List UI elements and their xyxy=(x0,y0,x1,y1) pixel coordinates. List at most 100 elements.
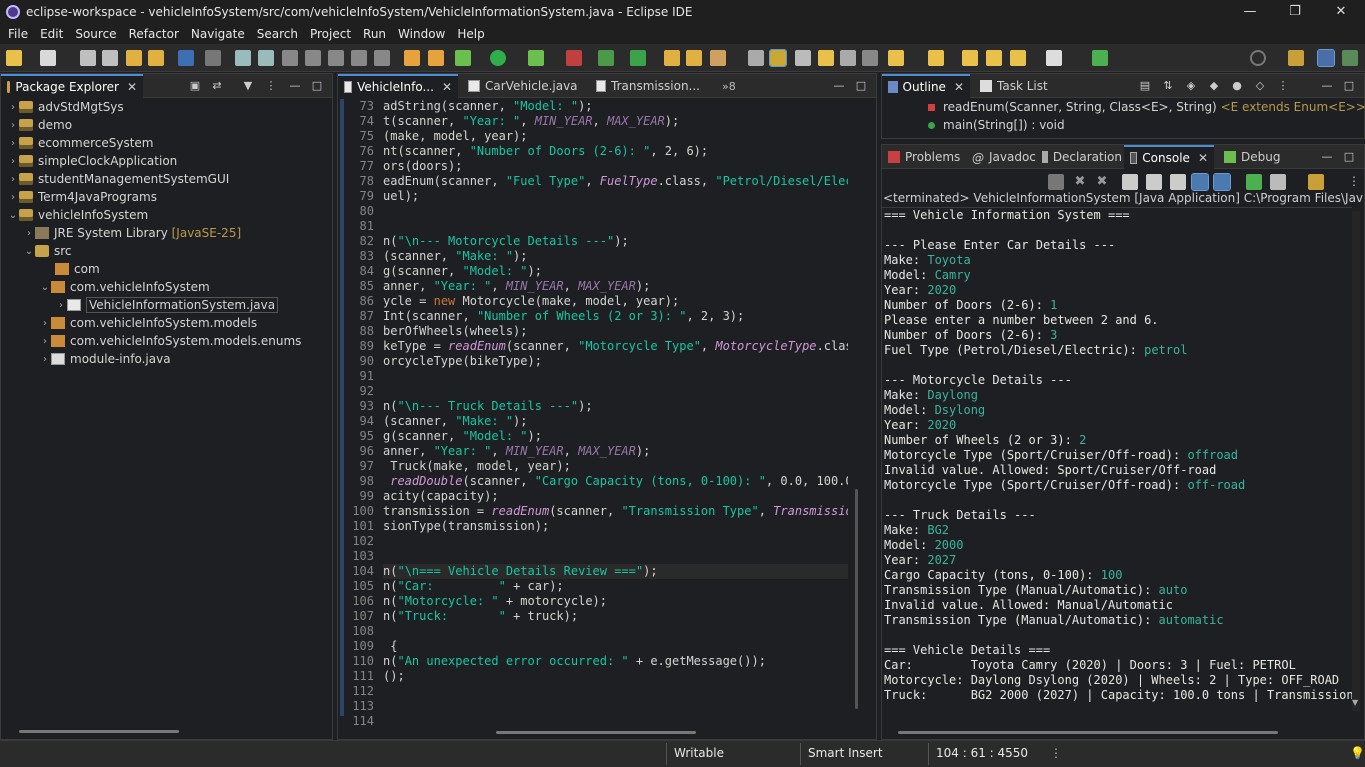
code-line[interactable]: n("An unexpected error occurred: " + e.g… xyxy=(383,654,848,669)
tree-item-project[interactable]: › simpleClockApplication xyxy=(7,152,337,170)
new-icon[interactable] xyxy=(6,50,22,66)
block-selection-icon[interactable] xyxy=(795,50,811,66)
open-perspective-icon[interactable] xyxy=(1288,50,1304,66)
open-type-icon[interactable] xyxy=(40,50,56,66)
hide-fields-icon[interactable]: ◈ xyxy=(1184,79,1198,93)
open-resource-icon[interactable] xyxy=(686,50,702,66)
disconnect-icon[interactable] xyxy=(305,50,321,66)
chevron-right-icon[interactable]: › xyxy=(7,102,19,113)
code-line[interactable] xyxy=(383,684,848,699)
code-line[interactable] xyxy=(383,714,848,729)
menu-file[interactable]: File xyxy=(2,27,34,41)
view-menu-icon[interactable]: ⋮ xyxy=(1346,174,1362,190)
remove-launch-icon[interactable]: ✖ xyxy=(1072,174,1088,190)
external-tools-icon[interactable] xyxy=(566,50,582,66)
menu-window[interactable]: Window xyxy=(392,27,451,41)
code-line[interactable]: nt(scanner, "Number of Doors (2-6): ", 2… xyxy=(383,144,848,159)
code-line[interactable] xyxy=(383,219,848,234)
code-line[interactable]: n("\n=== Vehicle Details Review ==="); xyxy=(383,564,848,579)
tree-item-java-file[interactable]: › VehicleInformationSystem.java xyxy=(55,296,385,314)
code-line[interactable]: t(scanner, "Year: ", MIN_YEAR, MAX_YEAR)… xyxy=(383,114,848,129)
vertical-scrollbar[interactable] xyxy=(855,489,858,709)
chevron-right-icon[interactable]: › xyxy=(7,174,19,185)
close-icon[interactable]: ✕ xyxy=(954,80,964,94)
horizontal-scrollbar[interactable] xyxy=(19,730,179,733)
code-line[interactable]: Truck(make, model, year); xyxy=(383,459,848,474)
code-line[interactable]: n("Motorcycle: " + motorcycle); xyxy=(383,594,848,609)
forward-arrow-icon[interactable] xyxy=(1046,50,1062,66)
status-menu-icon[interactable]: ⋮ xyxy=(1050,746,1062,760)
vertical-scrollbar[interactable]: ▼ xyxy=(1352,211,1360,711)
code-line[interactable]: (); xyxy=(383,669,848,684)
remove-all-icon[interactable]: ✖ xyxy=(1094,174,1110,190)
mark-occurrences-icon[interactable] xyxy=(428,50,444,66)
maximize-view-icon[interactable]: □ xyxy=(1342,79,1356,93)
insert-mode-status[interactable]: Smart Insert xyxy=(808,746,883,760)
maximize-view-icon[interactable]: □ xyxy=(310,79,324,93)
horizontal-scrollbar[interactable] xyxy=(898,731,1278,734)
toggle-console-icon[interactable] xyxy=(178,50,194,66)
step-over-icon[interactable] xyxy=(351,50,367,66)
horizontal-scrollbar[interactable] xyxy=(496,731,696,734)
minimize-view-icon[interactable]: — xyxy=(288,79,302,93)
code-line[interactable]: keType = readEnum(scanner, "Motorcycle T… xyxy=(383,339,848,354)
pin-console-icon[interactable] xyxy=(1246,174,1262,190)
tree-item-package[interactable]: › com.vehicleInfoSystem.models.enums xyxy=(39,332,369,350)
hide-nonpublic-icon[interactable]: ● xyxy=(1230,79,1244,93)
code-line[interactable]: (scanner, "Make: "); xyxy=(383,249,848,264)
view-menu-icon[interactable]: ⋮ xyxy=(264,79,278,93)
menu-edit[interactable]: Edit xyxy=(34,27,69,41)
tree-item-project[interactable]: › demo xyxy=(7,116,337,134)
code-line[interactable]: (scanner, "Make: "); xyxy=(383,414,848,429)
code-line[interactable]: n("\n--- Truck Details ---"); xyxy=(383,399,848,414)
collapse-all-icon[interactable]: ▣ xyxy=(188,79,202,93)
tree-item-package[interactable]: › com.vehicleInfoSystem.models xyxy=(39,314,369,332)
outline-item-readenum[interactable]: readEnum(Scanner, String, Class<E>, Stri… xyxy=(928,100,1365,114)
maximize-button[interactable]: ❐ xyxy=(1272,0,1318,23)
new-package-icon[interactable] xyxy=(630,50,646,66)
chevron-right-icon[interactable]: › xyxy=(39,336,51,347)
new-java-project-icon[interactable] xyxy=(598,50,614,66)
tree-item-project[interactable]: › advStdMgtSys xyxy=(7,98,337,116)
code-line[interactable]: g(scanner, "Model: "); xyxy=(383,264,848,279)
code-line[interactable]: Int(scanner, "Number of Wheels (2 or 3):… xyxy=(383,309,848,324)
tab-javadoc[interactable]: @ Javadoc xyxy=(966,145,1036,169)
chevron-right-icon[interactable]: › xyxy=(7,138,19,149)
code-line[interactable]: (make, model, year); xyxy=(383,129,848,144)
console-output[interactable]: === Vehicle Information System === --- Pl… xyxy=(884,208,1352,703)
maximize-view-icon[interactable]: □ xyxy=(1342,150,1356,164)
forward-edit-icon[interactable] xyxy=(986,50,1002,66)
show-whitespace-icon[interactable] xyxy=(818,50,834,66)
more-tabs-button[interactable]: »8 xyxy=(722,74,736,98)
code-line[interactable]: ycle = new Motorcycle(make, model, year)… xyxy=(383,294,848,309)
outline-item-main[interactable]: main(String[]) : void xyxy=(928,118,1065,132)
chevron-right-icon[interactable]: › xyxy=(7,120,19,131)
code-line[interactable] xyxy=(383,624,848,639)
tab-declaration[interactable]: Declaration xyxy=(1036,145,1122,169)
minimize-view-icon[interactable]: — xyxy=(832,79,846,93)
code-line[interactable]: eadEnum(scanner, "Fuel Type", FuelType.c… xyxy=(383,174,848,189)
close-window-button[interactable]: ✕ xyxy=(1318,0,1364,23)
scroll-lock-icon[interactable] xyxy=(1146,174,1162,190)
terminate-icon[interactable] xyxy=(1048,174,1064,190)
tree-item-project[interactable]: › studentManagementSystemGUI xyxy=(7,170,337,188)
terminate-icon[interactable] xyxy=(282,50,298,66)
menu-search[interactable]: Search xyxy=(251,27,304,41)
tab-transmission[interactable]: Transmission... xyxy=(590,74,700,98)
code-line[interactable]: sionType(transmission); xyxy=(383,519,848,534)
chevron-right-icon[interactable]: › xyxy=(39,318,51,329)
chevron-down-icon[interactable]: ⌄ xyxy=(39,282,51,293)
code-line[interactable]: anner, "Year: ", MIN_YEAR, MAX_YEAR); xyxy=(383,444,848,459)
menu-refactor[interactable]: Refactor xyxy=(123,27,185,41)
skip-breakpoints-icon[interactable] xyxy=(205,50,221,66)
clear-console-icon[interactable] xyxy=(1122,174,1138,190)
open-folder-icon[interactable] xyxy=(664,50,680,66)
word-wrap-icon[interactable] xyxy=(1170,174,1186,190)
suspend-icon[interactable] xyxy=(258,50,274,66)
code-line[interactable]: ors(doors); xyxy=(383,159,848,174)
code-line[interactable] xyxy=(383,549,848,564)
step-into-icon[interactable] xyxy=(328,50,344,66)
code-line[interactable] xyxy=(383,204,848,219)
show-on-error-icon[interactable] xyxy=(1213,173,1231,191)
tab-task-list[interactable]: Task List xyxy=(974,74,1064,98)
